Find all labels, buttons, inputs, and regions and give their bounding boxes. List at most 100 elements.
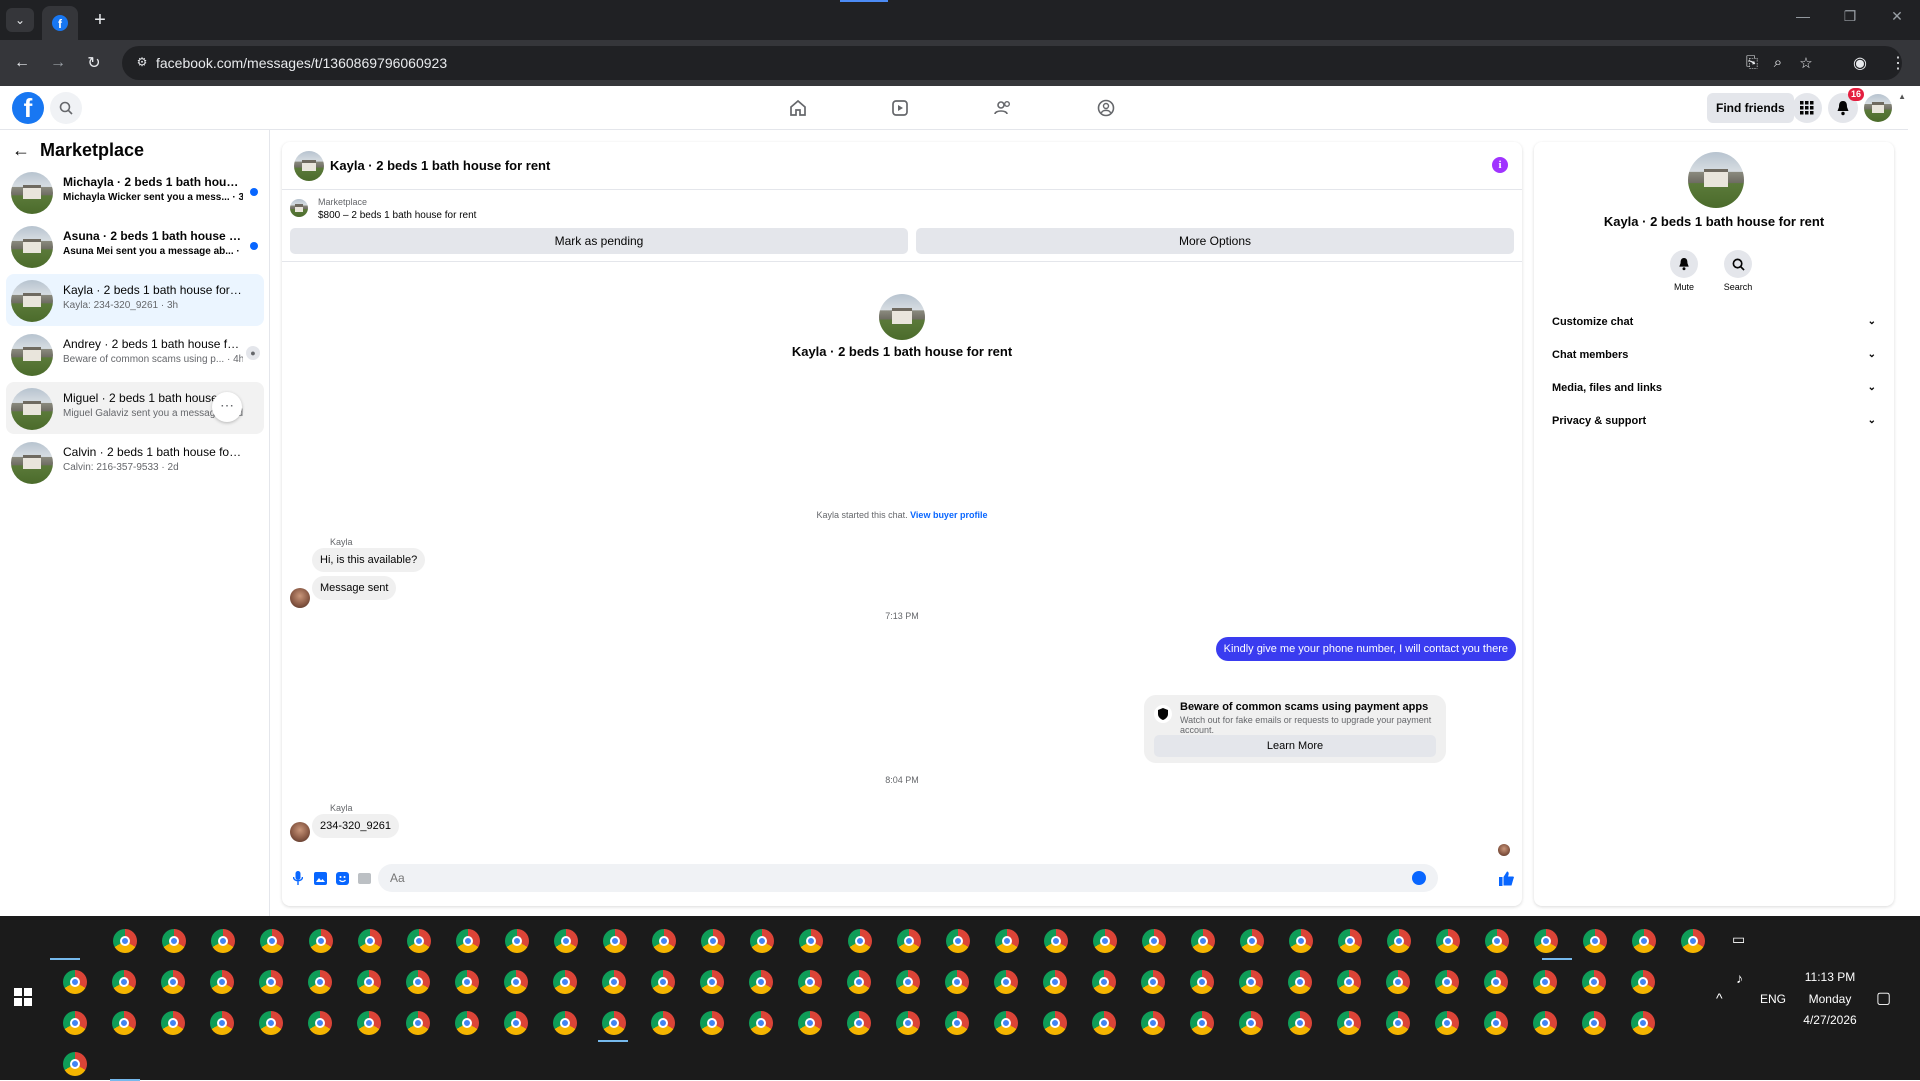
chrome-taskbar-icon[interactable] <box>847 970 871 994</box>
chrome-taskbar-icon[interactable] <box>1337 1011 1361 1035</box>
chrome-taskbar-icon[interactable] <box>1043 1011 1067 1035</box>
chrome-taskbar-icon[interactable] <box>260 929 284 953</box>
forward-button[interactable]: → <box>46 51 70 75</box>
chrome-taskbar-icon[interactable] <box>749 970 773 994</box>
listing-thumbnail[interactable] <box>290 199 308 217</box>
find-friends-button[interactable]: Find friends <box>1707 93 1794 123</box>
back-arrow-icon[interactable]: ← <box>12 140 30 161</box>
chrome-taskbar-icon[interactable] <box>1582 1011 1606 1035</box>
chrome-taskbar-icon[interactable] <box>602 1011 626 1035</box>
chrome-taskbar-icon[interactable] <box>161 1011 185 1035</box>
chrome-taskbar-icon[interactable] <box>63 1011 87 1035</box>
chrome-taskbar-icon[interactable] <box>1239 1011 1263 1035</box>
chrome-taskbar-icon[interactable] <box>456 929 480 953</box>
chrome-taskbar-icon[interactable] <box>1092 1011 1116 1035</box>
menu-grid-icon[interactable] <box>1792 93 1822 123</box>
browser-tab-facebook[interactable]: f <box>42 6 78 40</box>
back-button[interactable]: ← <box>10 51 34 75</box>
chrome-taskbar-icon[interactable] <box>112 970 136 994</box>
zoom-icon[interactable]: ⌕ <box>1768 54 1788 71</box>
restore-button[interactable]: ❐ <box>1827 8 1873 25</box>
chrome-taskbar-icon[interactable] <box>308 970 332 994</box>
conversation-item[interactable]: Asuna · 2 beds 1 bath house for r... Asu… <box>6 220 264 272</box>
chrome-taskbar-icon[interactable] <box>1631 1011 1655 1035</box>
chrome-taskbar-icon[interactable] <box>994 1011 1018 1035</box>
chrome-taskbar-icon[interactable] <box>504 970 528 994</box>
chrome-taskbar-icon[interactable] <box>407 929 431 953</box>
chrome-taskbar-icon[interactable] <box>1583 929 1607 953</box>
media-files-section[interactable]: Media, files and links ⌄ <box>1544 375 1884 401</box>
desktop-icon[interactable]: ▭ <box>1732 931 1745 948</box>
microphone-icon[interactable] <box>290 870 306 886</box>
chrome-taskbar-icon[interactable] <box>455 970 479 994</box>
chat-avatar[interactable] <box>294 151 324 181</box>
search-icon[interactable] <box>50 92 82 124</box>
chrome-taskbar-icon[interactable] <box>553 1011 577 1035</box>
home-icon[interactable] <box>786 96 810 120</box>
chrome-taskbar-icon[interactable] <box>1484 970 1508 994</box>
chrome-taskbar-icon[interactable] <box>113 929 137 953</box>
chrome-taskbar-icon[interactable] <box>63 1052 87 1076</box>
outgoing-message[interactable]: Kindly give me your phone number, I will… <box>1215 637 1516 661</box>
chrome-taskbar-icon[interactable] <box>1190 970 1214 994</box>
show-hidden-icons-chevron-icon[interactable]: ^ <box>1716 990 1723 1006</box>
chrome-taskbar-icon[interactable] <box>1534 929 1558 953</box>
facebook-logo-icon[interactable]: f <box>12 92 44 124</box>
reload-button[interactable]: ↻ <box>82 51 106 75</box>
chrome-taskbar-icon[interactable] <box>211 929 235 953</box>
incoming-message[interactable]: Hi, is this available? <box>312 548 426 572</box>
chrome-taskbar-icon[interactable] <box>1387 929 1411 953</box>
chrome-taskbar-icon[interactable] <box>1533 1011 1557 1035</box>
chrome-taskbar-icon[interactable] <box>1142 929 1166 953</box>
gif-icon[interactable] <box>356 870 372 886</box>
scrollbar-up-arrow[interactable]: ▲ <box>1898 92 1906 101</box>
chrome-taskbar-icon[interactable] <box>603 929 627 953</box>
chrome-taskbar-icon[interactable] <box>1092 970 1116 994</box>
like-thumb-icon[interactable] <box>1498 870 1514 886</box>
chrome-taskbar-icon[interactable] <box>406 1011 430 1035</box>
windows-start-icon[interactable] <box>14 988 32 1006</box>
chrome-taskbar-icon[interactable] <box>945 970 969 994</box>
minimize-button[interactable]: — <box>1780 8 1826 24</box>
chrome-taskbar-icon[interactable] <box>1435 970 1459 994</box>
chrome-taskbar-icon[interactable] <box>1386 1011 1410 1035</box>
install-app-icon[interactable]: ⎘ <box>1742 54 1762 71</box>
volume-icon[interactable]: ♪ <box>1736 970 1743 986</box>
chrome-taskbar-icon[interactable] <box>406 970 430 994</box>
bookmark-star-icon[interactable]: ☆ <box>1796 54 1816 72</box>
chrome-taskbar-icon[interactable] <box>945 1011 969 1035</box>
view-buyer-profile-link[interactable]: View buyer profile <box>910 510 987 520</box>
video-icon[interactable] <box>888 96 912 120</box>
chrome-taskbar-icon[interactable] <box>848 929 872 953</box>
browser-menu-icon[interactable]: ⋮ <box>1886 51 1910 75</box>
info-avatar[interactable] <box>1688 152 1744 208</box>
chrome-taskbar-icon[interactable] <box>1338 929 1362 953</box>
chrome-taskbar-icon[interactable] <box>210 1011 234 1035</box>
chat-members-section[interactable]: Chat members ⌄ <box>1544 342 1884 368</box>
chrome-taskbar-icon[interactable] <box>749 1011 773 1035</box>
chrome-taskbar-icon[interactable] <box>358 929 382 953</box>
chrome-taskbar-icon[interactable] <box>1141 1011 1165 1035</box>
groups-icon[interactable] <box>1094 96 1118 120</box>
chrome-taskbar-icon[interactable] <box>455 1011 479 1035</box>
clock-date[interactable]: 4/27/2026 <box>1800 1013 1860 1027</box>
chrome-taskbar-icon[interactable] <box>1631 970 1655 994</box>
chrome-taskbar-icon[interactable] <box>161 970 185 994</box>
url-text[interactable]: facebook.com/messages/t/1360869796060923 <box>156 55 447 71</box>
chrome-taskbar-icon[interactable] <box>553 970 577 994</box>
bell-icon[interactable] <box>1670 250 1698 278</box>
photo-icon[interactable] <box>312 870 328 886</box>
conversation-item[interactable]: Andrey · 2 beds 1 bath house for... Bewa… <box>6 328 264 380</box>
close-window-button[interactable]: ✕ <box>1874 8 1920 25</box>
chrome-taskbar-icon[interactable] <box>946 929 970 953</box>
chrome-taskbar-icon[interactable] <box>1386 970 1410 994</box>
chrome-taskbar-icon[interactable] <box>1044 929 1068 953</box>
listing-price[interactable]: $800 – 2 beds 1 bath house for rent <box>318 210 476 221</box>
conversation-item[interactable]: Calvin · 2 beds 1 bath house for rent Ca… <box>6 436 264 488</box>
chrome-taskbar-icon[interactable] <box>309 929 333 953</box>
conversation-item-active[interactable]: Kayla · 2 beds 1 bath house for rent Kay… <box>6 274 264 326</box>
chrome-taskbar-icon[interactable] <box>1191 929 1215 953</box>
account-avatar[interactable] <box>1864 94 1892 122</box>
chrome-taskbar-icon[interactable] <box>162 929 186 953</box>
chrome-taskbar-icon[interactable] <box>651 970 675 994</box>
